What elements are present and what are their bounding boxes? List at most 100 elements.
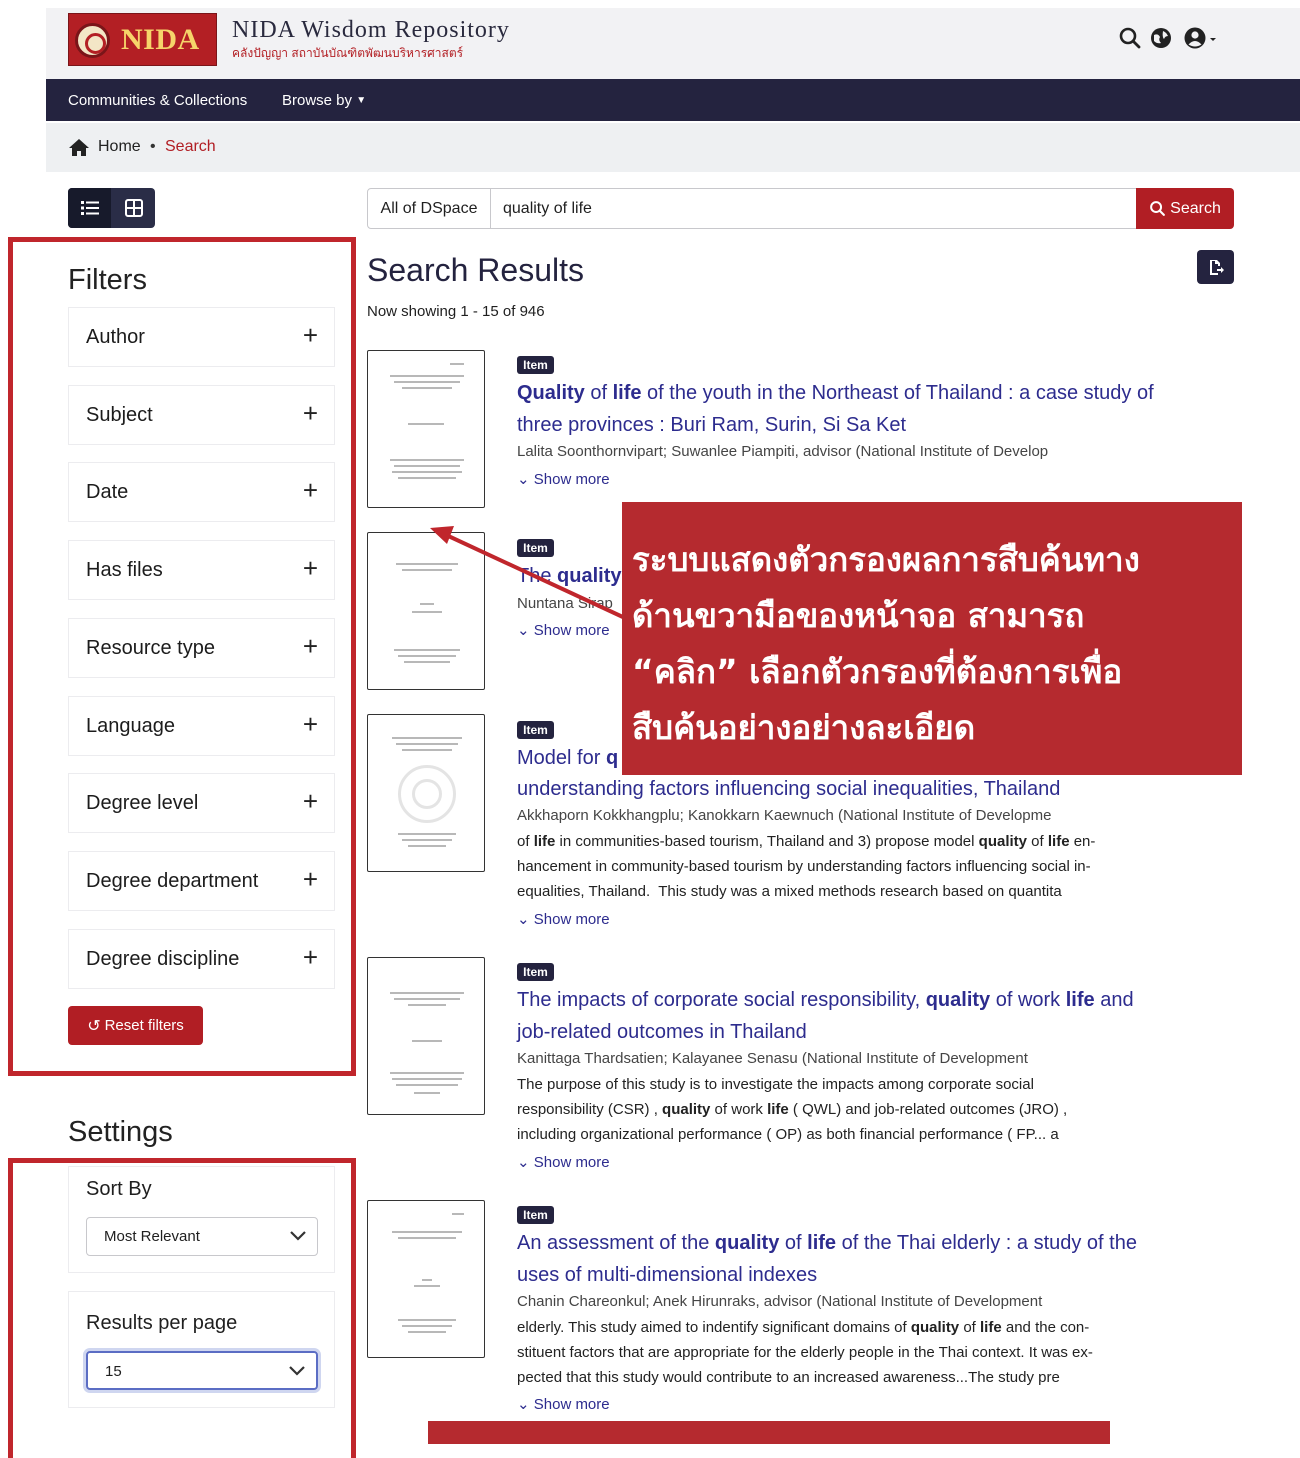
show-more-link[interactable]: ⌄ Show more xyxy=(517,470,610,488)
plus-icon: + xyxy=(302,864,318,894)
thumbnail[interactable] xyxy=(367,957,485,1115)
search-input[interactable]: quality of life xyxy=(490,188,1137,229)
facet-label: Degree level xyxy=(86,792,199,814)
result-title-4[interactable]: The impacts of corporate social responsi… xyxy=(517,984,1157,1048)
facet-label: Date xyxy=(86,481,129,503)
facet-language[interactable]: Language + xyxy=(68,696,335,756)
result-authors-3: Akkhaporn Kokkhangplu; Kanokkarn Kaewnuc… xyxy=(517,807,1052,824)
thumbnail[interactable] xyxy=(367,1200,485,1358)
facet-label: Author xyxy=(86,326,145,348)
nida-logo[interactable]: NIDA xyxy=(68,13,217,66)
sort-by-select[interactable]: Most Relevant xyxy=(86,1217,318,1256)
facet-label: Degree discipline xyxy=(86,948,240,970)
item-badge: Item xyxy=(517,356,554,374)
results-per-page-select[interactable]: 15 xyxy=(86,1351,318,1390)
callout-line: ระบบแสดงตัวกรองผลการสืบค้นทาง xyxy=(632,540,1140,579)
title-highlight: q xyxy=(605,747,619,769)
list-view-icon[interactable] xyxy=(68,188,111,228)
show-more-link[interactable]: ⌄ Show more xyxy=(517,910,610,928)
plus-icon: + xyxy=(302,631,318,661)
chevron-down-icon xyxy=(289,1218,307,1255)
browse-by-label: Browse by xyxy=(282,92,353,109)
breadcrumb-home[interactable]: Home xyxy=(98,138,141,156)
search-results-heading: Search Results xyxy=(367,252,584,288)
facet-degree-department[interactable]: Degree department + xyxy=(68,851,335,911)
reset-filters-button[interactable]: ↺ Reset filters xyxy=(68,1006,203,1045)
thumbnail[interactable] xyxy=(367,714,485,872)
chevron-down-icon: ⌄ xyxy=(517,1396,534,1413)
plus-icon: + xyxy=(302,553,318,583)
result-authors-1: Lalita Soonthornvipart; Suwanlee Piampit… xyxy=(517,443,1049,460)
callout-line: ด้านขวามือของหน้าจอ สามารถ xyxy=(632,596,1085,635)
reset-filters-label: Reset filters xyxy=(104,1017,184,1034)
search-icon[interactable] xyxy=(1118,26,1142,56)
caret-down-icon: ▼ xyxy=(356,95,367,106)
facet-label: Degree department xyxy=(86,870,259,892)
facet-degree-discipline[interactable]: Degree discipline + xyxy=(68,929,335,989)
logo-text: NIDA xyxy=(121,23,200,56)
user-menu-icon[interactable] xyxy=(1183,26,1223,56)
breadcrumb-separator: • xyxy=(150,138,156,155)
filters-heading: Filters xyxy=(68,264,147,296)
site-subtitle: คลังปัญญา สถาบันบัณฑิตพัฒนบริหารศาสตร์ xyxy=(232,46,464,60)
show-more-label: Show more xyxy=(533,1154,610,1171)
nav-browse-by[interactable]: Browse by ▼ xyxy=(282,92,366,109)
item-badge: Item xyxy=(517,1206,554,1224)
facet-date[interactable]: Date + xyxy=(68,462,335,522)
annotation-callout: ระบบแสดงตัวกรองผลการสืบค้นทาง ด้านขวามือ… xyxy=(622,502,1242,775)
show-more-link[interactable]: ⌄ Show more xyxy=(517,1395,610,1413)
sort-by-label: Sort By xyxy=(86,1178,152,1200)
search-scope-button[interactable]: All of DSpace xyxy=(367,188,491,229)
facet-subject[interactable]: Subject + xyxy=(68,385,335,445)
item-badge: Item xyxy=(517,721,554,739)
facet-resource-type[interactable]: Resource type + xyxy=(68,618,335,678)
title-text: Model for xyxy=(517,747,606,769)
chevron-down-icon: ⌄ xyxy=(517,1154,534,1171)
facet-label: Language xyxy=(86,715,175,737)
home-icon[interactable] xyxy=(68,137,90,162)
results-per-page-card: Results per page 15 xyxy=(68,1291,335,1408)
plus-icon: + xyxy=(302,942,318,972)
chevron-down-icon: ⌄ xyxy=(517,911,534,928)
nav-communities-collections[interactable]: Communities & Collections xyxy=(68,92,247,109)
result-authors-5: Chanin Chareonkul; Anek Hirunraks, advis… xyxy=(517,1293,1043,1310)
facet-has-files[interactable]: Has files + xyxy=(68,540,335,600)
thumbnail[interactable] xyxy=(367,350,485,508)
result-title-5[interactable]: An assessment of the quality of life of … xyxy=(517,1227,1157,1291)
settings-heading: Settings xyxy=(68,1116,173,1148)
search-icon xyxy=(1150,201,1166,216)
result-title-1[interactable]: Quality of life of the youth in the Nort… xyxy=(517,377,1157,441)
result-abstract-3: of life in communities-based tourism, Th… xyxy=(517,833,1096,900)
site-title[interactable]: NIDA Wisdom Repository xyxy=(232,17,510,44)
facet-author[interactable]: Author + xyxy=(68,307,335,367)
globe-icon[interactable] xyxy=(1149,26,1173,56)
plus-icon: + xyxy=(302,320,318,350)
search-button[interactable]: Search xyxy=(1136,188,1234,229)
show-more-label: Show more xyxy=(533,471,610,488)
sort-by-card: Sort By Most Relevant xyxy=(68,1166,335,1273)
sort-by-value: Most Relevant xyxy=(104,1228,200,1245)
export-icon[interactable] xyxy=(1197,250,1234,284)
show-more-label: Show more xyxy=(533,1396,610,1413)
callout-arrow-icon xyxy=(430,526,626,620)
results-per-page-label: Results per page xyxy=(86,1312,238,1334)
breadcrumb-current: Search xyxy=(165,138,216,155)
chevron-down-icon xyxy=(288,1353,306,1390)
chevron-down-icon: ⌄ xyxy=(517,471,534,488)
facet-label: Resource type xyxy=(86,637,215,659)
show-more-link[interactable]: ⌄ Show more xyxy=(517,1153,610,1171)
result-title-3-line2[interactable]: understanding factors influencing social… xyxy=(517,773,1157,805)
item-badge: Item xyxy=(517,963,554,981)
breadcrumb xyxy=(46,123,1300,172)
results-per-page-value: 15 xyxy=(105,1363,122,1380)
grid-view-icon[interactable] xyxy=(112,188,155,228)
result-abstract-5: elderly. This study aimed to indentify s… xyxy=(517,1319,1093,1386)
seal-icon xyxy=(75,23,110,58)
callout-line: สืบค้นอย่างอย่างละเอียด xyxy=(632,708,976,747)
result-authors-4: Kanittaga Thardsatien; Kalayanee Senasu … xyxy=(517,1050,1028,1067)
search-button-label: Search xyxy=(1170,199,1221,217)
callout-line: “คลิก” เลือกตัวกรองที่ต้องการเพื่อ xyxy=(632,652,1123,691)
facet-degree-level[interactable]: Degree level + xyxy=(68,773,335,833)
show-more-label: Show more xyxy=(533,911,610,928)
plus-icon: + xyxy=(302,709,318,739)
